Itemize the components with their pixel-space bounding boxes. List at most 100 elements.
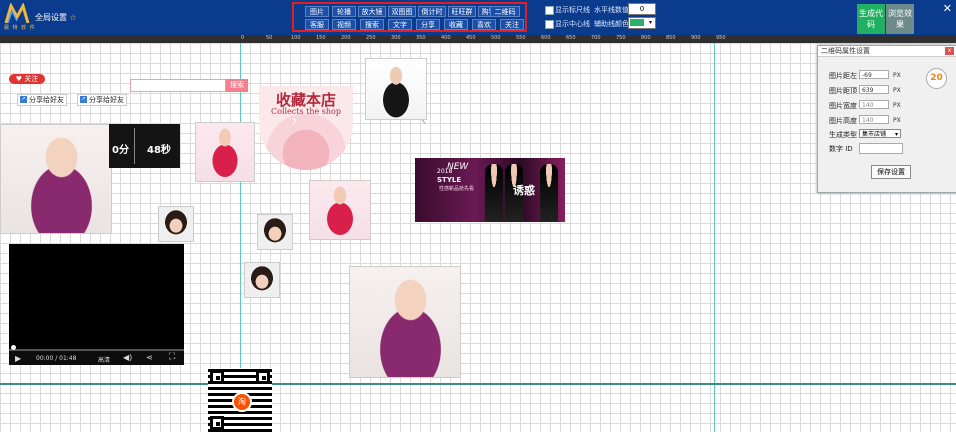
tool-like[interactable]: 喜欢: [472, 19, 496, 30]
qr-finder: [256, 370, 270, 384]
countdown-minutes: 0分: [112, 145, 129, 156]
countdown-seconds: 48秒: [147, 145, 171, 156]
close-icon[interactable]: ✕: [943, 2, 952, 15]
image-widget-face-1[interactable]: [158, 206, 194, 242]
collect-subtitle: Collects the shop: [271, 107, 341, 116]
qr-finder: [210, 416, 224, 430]
id-label: 数字 ID: [829, 145, 853, 153]
h-spacing-label: 水平线数值: [594, 6, 629, 14]
ruler-tick: 750: [616, 35, 626, 41]
image-widget-purple-dress[interactable]: [349, 266, 461, 378]
tool-countdown[interactable]: 倒计时: [418, 6, 446, 17]
tool-video[interactable]: 视频: [332, 19, 356, 30]
preview-button[interactable]: 浏览效果: [886, 4, 914, 34]
qrcode-properties-panel: 二维码属性设置 x 20 图片距左 -69 PX 图片距顶 639 PX 图片宽…: [817, 45, 956, 193]
ruler-tick: 300: [391, 35, 401, 41]
countdown-widget[interactable]: 0分 48秒: [109, 124, 180, 168]
guide-line-horizontal[interactable]: [0, 383, 956, 385]
video-progress[interactable]: [9, 345, 184, 351]
guide-line-right[interactable]: [714, 43, 715, 432]
image-widget-red-dress-2[interactable]: [309, 180, 371, 240]
horizontal-ruler[interactable]: 0 50 100 150 200 250 300 350 400 450 500…: [0, 35, 956, 43]
design-canvas[interactable]: [0, 43, 956, 432]
image-widget-red-dress[interactable]: [195, 122, 255, 182]
share-widget-2[interactable]: ↗ 分享给好友: [77, 94, 127, 106]
tool-collect[interactable]: 收藏: [444, 19, 468, 30]
height-label: 图片高度: [829, 117, 857, 125]
ruler-tick: 900: [691, 35, 701, 41]
ruler-tick: 550: [516, 35, 526, 41]
ruler-tick: 500: [491, 35, 501, 41]
search-widget-input[interactable]: [130, 79, 226, 92]
banner-subtitle: 性感新品抢先看: [439, 186, 475, 192]
heart-icon: ♥: [15, 75, 23, 83]
save-settings-button[interactable]: 保存设置: [871, 165, 911, 179]
tool-service[interactable]: 客服: [305, 19, 329, 30]
show-center-label: 显示中心线: [555, 20, 590, 28]
video-widget[interactable]: ▶ 00:00 / 01:48 高清 ◀) ⋖ ⛶: [9, 244, 184, 365]
search-widget-button[interactable]: 搜索: [226, 79, 248, 92]
ruler-tick: 700: [591, 35, 601, 41]
h-spacing-input[interactable]: 0: [628, 3, 656, 15]
component-toolbox: 图片 轮播 放大镜 双图图 倒计时 旺旺群 购物车 二维码 客服 视频 搜索 文…: [292, 2, 527, 32]
tool-search[interactable]: 搜索: [360, 19, 384, 30]
follow-widget[interactable]: ♥ 关注: [9, 74, 45, 84]
type-select[interactable]: 集市店铺: [859, 129, 901, 139]
banner-new: NEW: [447, 162, 469, 172]
aux-color-picker[interactable]: ▾: [628, 17, 656, 29]
fullscreen-icon[interactable]: ⛶: [169, 352, 175, 362]
height-input[interactable]: 140: [859, 115, 889, 124]
share-widget-1[interactable]: ↗ 分享给好友: [17, 94, 67, 106]
banner-headline: 诱惑: [513, 184, 535, 197]
show-center-checkbox[interactable]: [545, 20, 554, 29]
aux-color-label: 辅助线颜色: [594, 20, 629, 28]
image-widget-face-2[interactable]: [257, 214, 293, 250]
video-quality[interactable]: 高清: [98, 355, 110, 364]
image-widget-black-dress[interactable]: [365, 58, 427, 120]
image-widget-face-3[interactable]: [244, 262, 280, 298]
chevron-down-icon: ▾: [647, 19, 654, 26]
video-scrubber[interactable]: [11, 345, 16, 350]
left-input[interactable]: -69: [859, 70, 889, 79]
qrcode-widget[interactable]: 淘: [208, 368, 272, 432]
ruler-tick: 100: [291, 35, 301, 41]
ruler-tick: 150: [316, 35, 326, 41]
image-widget-large[interactable]: [0, 124, 112, 234]
tool-wangwang-group[interactable]: 旺旺群: [448, 6, 476, 17]
volume-icon[interactable]: ◀): [123, 353, 132, 362]
close-icon[interactable]: x: [945, 47, 954, 55]
ruler-tick: 800: [641, 35, 651, 41]
unit-label: PX: [893, 72, 901, 79]
tool-carousel[interactable]: 轮播: [332, 6, 356, 17]
panel-title: 二维码属性设置: [818, 46, 956, 57]
ruler-tick: 350: [416, 35, 426, 41]
tool-share[interactable]: 分享: [416, 19, 440, 30]
play-icon[interactable]: ▶: [15, 354, 21, 363]
unit-label: PX: [893, 117, 901, 124]
color-swatch: [630, 19, 644, 26]
ruler-tick: 250: [366, 35, 376, 41]
ruler-tick: 450: [466, 35, 476, 41]
top-input[interactable]: 639: [859, 85, 889, 94]
top-label: 图片距顶: [829, 87, 857, 95]
tool-text[interactable]: 文字: [388, 19, 412, 30]
banner-model: [485, 164, 503, 222]
show-ruler-checkbox[interactable]: [545, 6, 554, 15]
ruler-tick: 50: [266, 35, 273, 41]
ruler-tick: 950: [716, 35, 726, 41]
id-input[interactable]: [859, 143, 903, 154]
banner-widget[interactable]: 2018 NEW STYLE 性感新品抢先看 诱惑: [415, 158, 565, 222]
tool-image[interactable]: 图片: [305, 6, 329, 17]
global-settings-link[interactable]: 全局设置 ☆: [35, 12, 77, 23]
left-label: 图片距左: [829, 72, 857, 80]
width-input[interactable]: 140: [859, 100, 889, 109]
tool-magnifier[interactable]: 放大镜: [358, 6, 386, 17]
generate-code-button[interactable]: 生成代码: [857, 4, 885, 34]
tool-qrcode[interactable]: 二维码: [490, 6, 520, 17]
banner-model: [540, 164, 558, 222]
tool-dual-image[interactable]: 双图图: [388, 6, 416, 17]
chevron-right-icon[interactable]: ›: [292, 113, 298, 129]
tool-follow[interactable]: 关注: [500, 19, 524, 30]
share-icon[interactable]: ⋖: [146, 353, 153, 362]
banner-style: STYLE: [437, 176, 462, 184]
